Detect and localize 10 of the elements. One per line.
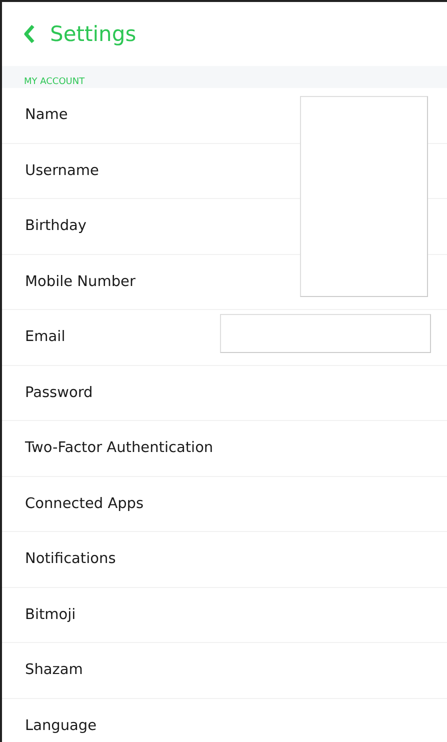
settings-item[interactable]: Bitmoji <box>2 588 447 643</box>
section-title: MY ACCOUNT <box>24 77 85 88</box>
settings-item[interactable]: Shazam <box>2 643 447 698</box>
settings-item[interactable]: Connected Apps <box>2 476 447 532</box>
settings-item[interactable]: Notifications <box>2 532 447 588</box>
settings-item[interactable]: Password <box>2 366 447 421</box>
settings-item[interactable]: Language <box>2 698 447 742</box>
back-icon[interactable] <box>22 24 36 44</box>
settings-item[interactable]: Two-Factor Authentication <box>2 421 447 476</box>
page-title: Settings <box>50 22 136 46</box>
